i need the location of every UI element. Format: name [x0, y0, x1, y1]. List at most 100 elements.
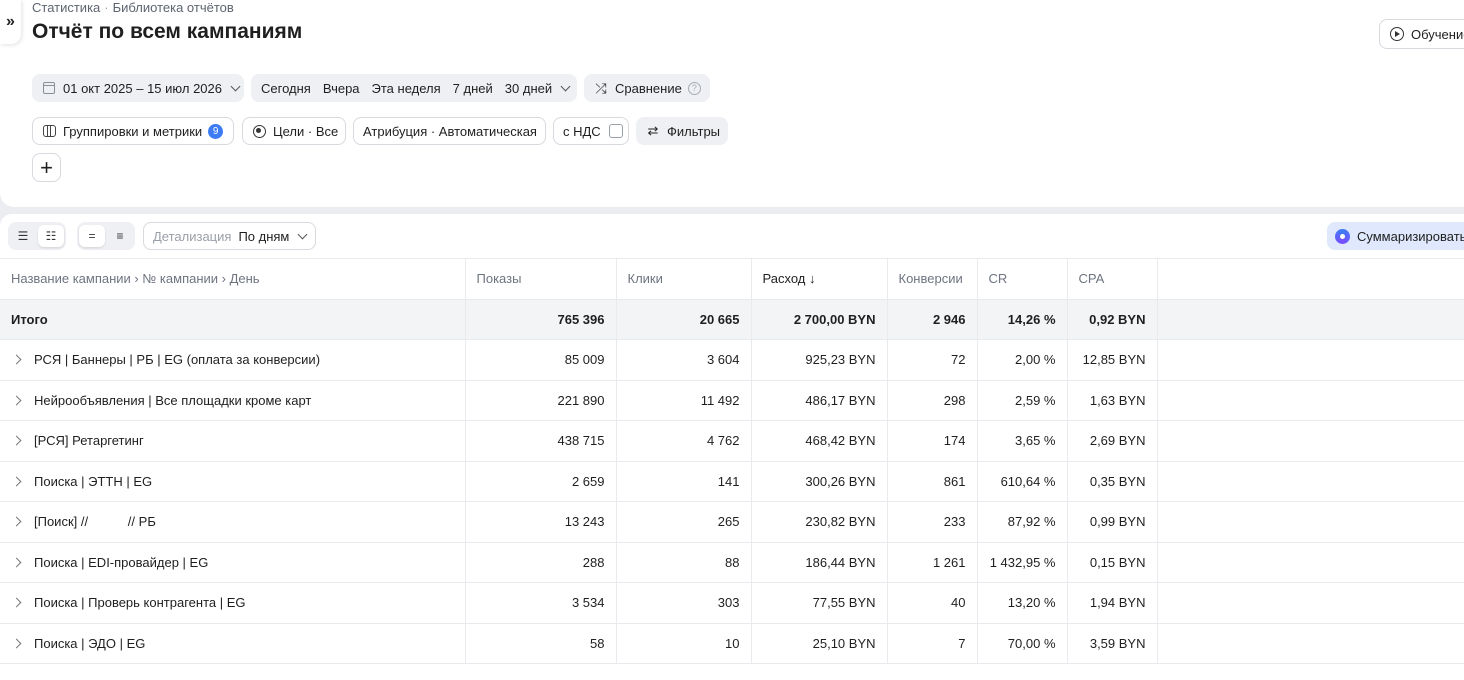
shows-cell: 2 659 [465, 461, 617, 502]
goals-button[interactable]: Цели · Все [242, 117, 346, 145]
chevron-right-icon[interactable] [11, 395, 22, 406]
campaign-name-cell[interactable]: Поиска | ЭТТН | EG [0, 461, 466, 502]
table-row[interactable]: [Поиск] // // РБ 13 243 265 230,82 BYN 233 87… [0, 501, 1464, 543]
compare-button[interactable]: ⤮ Сравнение ? [584, 74, 710, 102]
chevron-down-icon[interactable] [560, 81, 571, 91]
cost-cell: 230,82 BYN [751, 501, 888, 543]
table-filler [1157, 339, 1464, 381]
vat-toggle[interactable]: с НДС [553, 117, 629, 145]
add-widget-button[interactable]: + [32, 153, 61, 182]
cost-cell: 300,26 BYN [751, 461, 888, 502]
list-flat-icon[interactable]: ☰ [10, 225, 36, 247]
column-header-conversions[interactable]: Конверсии [887, 258, 978, 300]
attribution-button[interactable]: Атрибуция · Автоматическая [353, 117, 546, 145]
chevron-right-icon[interactable] [11, 354, 22, 365]
table-row[interactable]: Поиска | Проверь контрагента | EG 3 534 30… [0, 582, 1464, 624]
conversions-cell: 40 [887, 582, 978, 624]
table-row[interactable]: Поиска | EDI-провайдер | EG 288 88 186,44 B… [0, 542, 1464, 583]
groupings-metrics-button[interactable]: Группировки и метрики 9 [32, 117, 234, 145]
period-30-days[interactable]: 30 дней [505, 81, 552, 96]
clicks-cell: 10 [616, 623, 752, 664]
period-yesterday[interactable]: Вчера [323, 81, 360, 96]
breadcrumb-item-statistics[interactable]: Статистика [32, 0, 100, 15]
cr-cell: 70,00 % [977, 623, 1068, 664]
summarize-button[interactable]: Суммаризировать [1327, 222, 1464, 250]
campaign-name-cell[interactable]: Нейрообъявления | Все площадки кроме кар… [0, 380, 466, 421]
column-header-name[interactable]: Название кампании › № кампании › День [0, 258, 466, 300]
column-header-cr[interactable]: CR [977, 258, 1068, 300]
learning-button[interactable]: Обучение [1379, 19, 1464, 49]
groupings-count-badge: 9 [208, 123, 224, 139]
detalization-select[interactable]: Детализация По дням [143, 222, 317, 250]
filters-label: Фильтры [667, 123, 721, 139]
date-range-value: 01 окт 2025 – 15 июл 2026 [63, 80, 222, 96]
column-header-cpa[interactable]: CPA [1067, 258, 1158, 300]
total-clicks: 20 665 [616, 299, 752, 340]
breadcrumb-item-library[interactable]: Библиотека отчётов [113, 0, 234, 15]
total-row: Итого 765 396 20 665 2 700,00 BYN 2 946 … [0, 299, 1464, 340]
campaign-name-cell[interactable]: Поиска | ЭДО | EG [0, 623, 466, 664]
chevron-right-icon[interactable] [11, 638, 22, 649]
help-icon[interactable]: ? [687, 81, 701, 95]
total-shows: 765 396 [465, 299, 617, 340]
chevron-right-icon[interactable] [11, 597, 22, 608]
shows-cell: 288 [465, 542, 617, 583]
chevron-right-icon[interactable] [11, 516, 22, 527]
table-filler [1157, 623, 1464, 664]
date-range-picker[interactable]: 01 окт 2025 – 15 июл 2026 [32, 74, 244, 102]
period-today[interactable]: Сегодня [261, 81, 311, 96]
chevron-right-icon[interactable] [11, 435, 22, 446]
shows-cell: 221 890 [465, 380, 617, 421]
cr-cell: 13,20 % [977, 582, 1068, 624]
shows-cell: 58 [465, 623, 617, 664]
cpa-cell: 3,59 BYN [1067, 623, 1158, 664]
table-filler [1157, 420, 1464, 462]
vat-checkbox[interactable] [608, 124, 623, 138]
total-label: Итого [0, 299, 466, 340]
conversions-cell: 72 [887, 339, 978, 381]
density-normal-icon[interactable]: ≡ [107, 225, 133, 247]
detalization-value: По дням [238, 228, 290, 244]
table-row[interactable]: РСЯ | Баннеры | РБ | EG (оплата за конве… [0, 339, 1464, 381]
shows-cell: 85 009 [465, 339, 617, 381]
campaign-name: Поиска | ЭТТН | EG [34, 473, 153, 489]
cost-cell: 25,10 BYN [751, 623, 888, 664]
cr-cell: 3,65 % [977, 420, 1068, 462]
chevron-right-icon[interactable] [11, 476, 22, 487]
conversions-cell: 861 [887, 461, 978, 502]
list-view-toggle: ☰ ☷ [8, 222, 66, 250]
expand-sidebar-button[interactable]: » [0, 0, 21, 44]
cost-cell: 77,55 BYN [751, 582, 888, 624]
column-header-shows[interactable]: Показы [465, 258, 617, 300]
target-icon [252, 124, 266, 138]
filters-button[interactable]: ⇄ Фильтры [636, 117, 728, 145]
chevron-down-icon [230, 81, 241, 91]
table-row[interactable]: Поиска | ЭДО | EG 58 10 25,10 BYN 7 70,00 % 3,… [0, 623, 1464, 664]
chevron-right-icon[interactable] [11, 557, 22, 568]
table-row[interactable]: Нейрообъявления | Все площадки кроме кар… [0, 380, 1464, 421]
column-header-clicks[interactable]: Клики [616, 258, 752, 300]
table-filler [1157, 299, 1464, 340]
clicks-cell: 265 [616, 501, 752, 543]
cpa-cell: 0,99 BYN [1067, 501, 1158, 543]
list-tree-icon[interactable]: ☷ [38, 225, 64, 247]
ai-sparkle-icon [1335, 228, 1350, 244]
table-row[interactable]: Поиска | ЭТТН | EG 2 659 141 300,26 BYN 861 6… [0, 461, 1464, 502]
cost-cell: 925,23 BYN [751, 339, 888, 381]
period-7-days[interactable]: 7 дней [453, 81, 493, 96]
campaign-name-cell[interactable]: [Поиск] // // РБ [0, 501, 466, 543]
campaign-name-cell[interactable]: Поиска | Проверь контрагента | EG [0, 582, 466, 624]
table-row[interactable]: [РСЯ] Ретаргетинг 438 715 4 762 468,42 BYN 1… [0, 420, 1464, 462]
compare-label: Сравнение [615, 80, 682, 96]
campaign-name-cell[interactable]: РСЯ | Баннеры | РБ | EG (оплата за конве… [0, 339, 466, 381]
period-this-week[interactable]: Эта неделя [372, 81, 441, 96]
density-compact-icon[interactable]: = [79, 225, 105, 247]
cpa-cell: 0,15 BYN [1067, 542, 1158, 583]
report-header-panel: » Статистика · Библиотека отчётов Отчёт … [0, 0, 1464, 207]
table-filler [1157, 582, 1464, 624]
campaign-name-cell[interactable]: [РСЯ] Ретаргетинг [0, 420, 466, 462]
conversions-cell: 1 261 [887, 542, 978, 583]
column-header-cost[interactable]: Расход ↓ [751, 258, 888, 300]
clicks-cell: 4 762 [616, 420, 752, 462]
campaign-name-cell[interactable]: Поиска | EDI-провайдер | EG [0, 542, 466, 583]
